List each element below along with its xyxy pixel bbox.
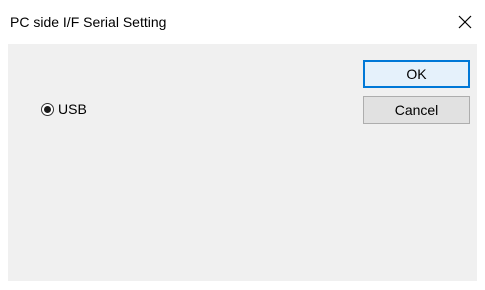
- ok-button[interactable]: OK: [363, 60, 470, 88]
- cancel-button[interactable]: Cancel: [363, 96, 470, 124]
- radio-dot: [44, 105, 51, 113]
- usb-radio-label[interactable]: USB: [58, 101, 87, 117]
- usb-radio-option[interactable]: USB: [41, 100, 87, 118]
- dialog-client-area: USB OK Cancel: [8, 44, 477, 281]
- radio-selected-icon[interactable]: [41, 102, 54, 116]
- dialog-window: PC side I/F Serial Setting USB OK Cancel: [0, 0, 485, 290]
- close-button[interactable]: [448, 6, 482, 38]
- title-bar: PC side I/F Serial Setting: [0, 0, 485, 44]
- close-icon: [458, 15, 472, 29]
- window-title: PC side I/F Serial Setting: [10, 14, 167, 30]
